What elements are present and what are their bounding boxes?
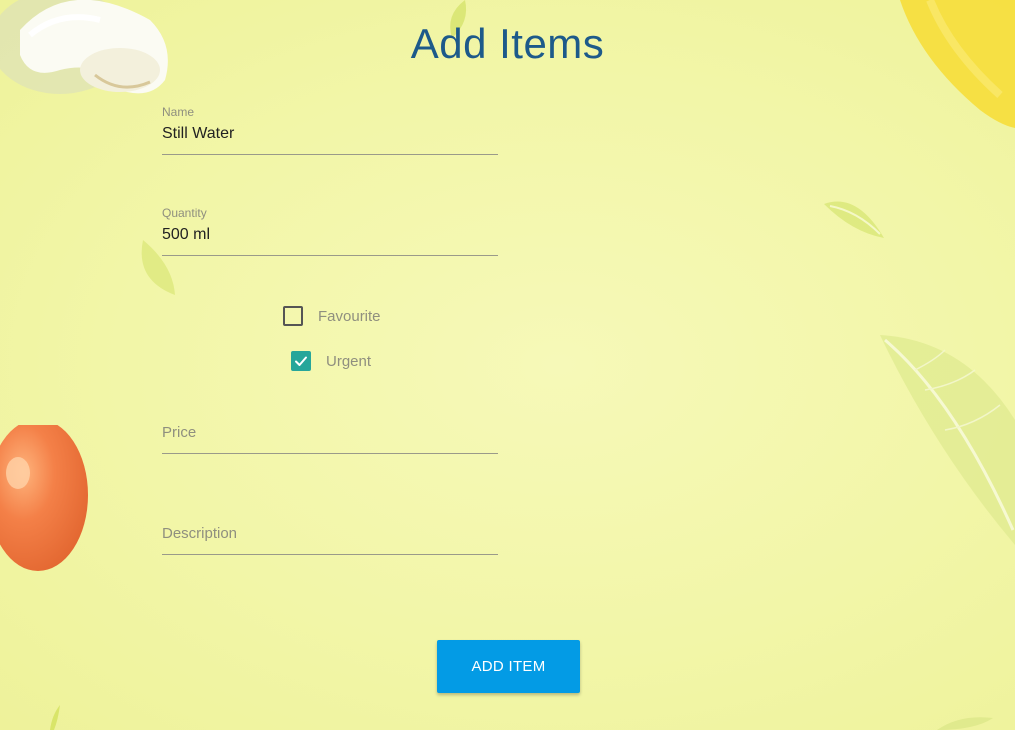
page-title: Add Items <box>410 20 605 67</box>
add-item-button[interactable]: ADD ITEM <box>437 640 580 693</box>
checkmark-icon <box>295 356 307 366</box>
leaf-image <box>880 335 1015 545</box>
leaf-image <box>50 705 60 730</box>
name-label: Name <box>162 105 195 119</box>
price-placeholder: Price <box>162 424 197 441</box>
quantity-field[interactable]: Quantity <box>162 206 498 256</box>
urgent-checkbox[interactable]: Urgent <box>291 351 371 371</box>
description-field[interactable]: Description <box>162 525 498 555</box>
price-field[interactable]: Price <box>162 424 498 454</box>
urgent-checkbox-box[interactable] <box>291 351 311 371</box>
tomato-image <box>0 425 88 571</box>
favourite-checkbox-box[interactable] <box>283 306 303 326</box>
quantity-label: Quantity <box>162 206 207 220</box>
urgent-label: Urgent <box>326 352 372 370</box>
leaf-image <box>937 717 993 730</box>
name-field[interactable]: Name <box>162 105 498 155</box>
name-input[interactable] <box>162 125 498 154</box>
favourite-label: Favourite <box>318 307 381 325</box>
favourite-checkbox[interactable]: Favourite <box>283 306 381 326</box>
leaf-image <box>824 201 884 238</box>
description-placeholder: Description <box>162 525 238 542</box>
quantity-input[interactable] <box>162 226 498 255</box>
